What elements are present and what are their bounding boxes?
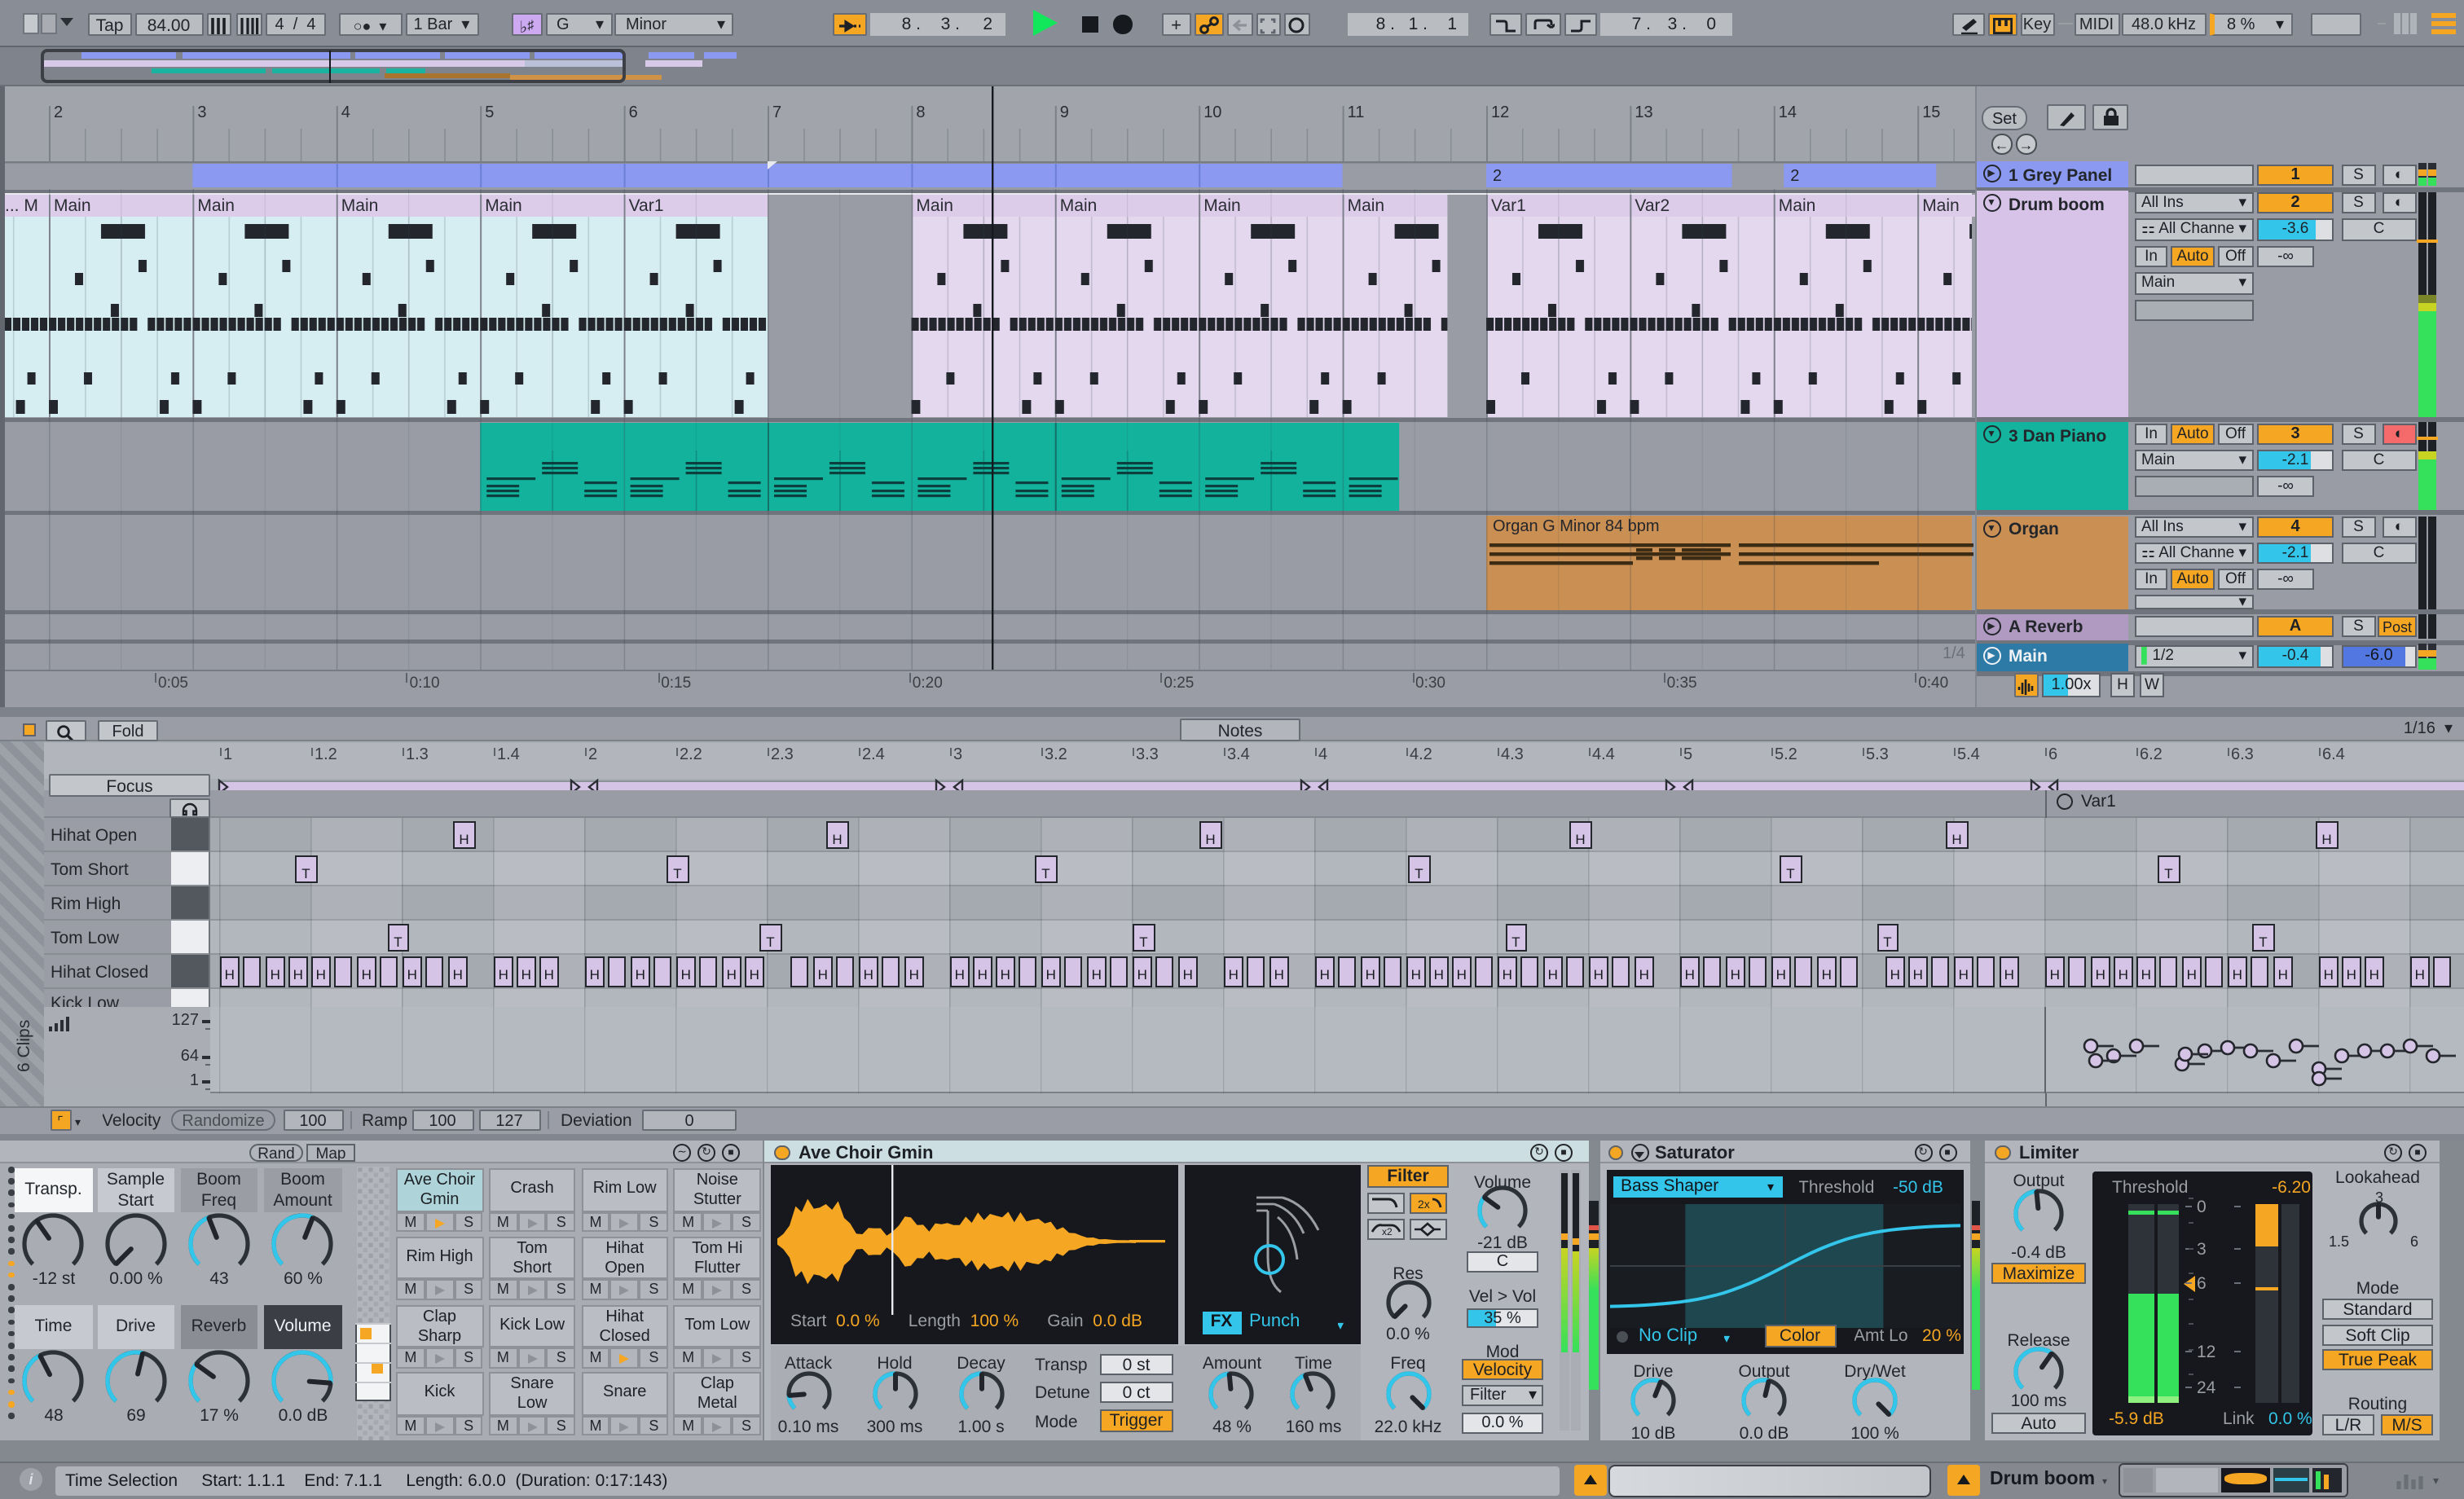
svg-text:Main: Main xyxy=(341,196,379,214)
svg-text:... M: ... M xyxy=(5,196,38,214)
svg-text:Main: Main xyxy=(1779,196,1816,214)
svg-text:Main: Main xyxy=(1348,196,1385,214)
svg-text:Main: Main xyxy=(485,196,522,214)
svg-text:Var2: Var2 xyxy=(1635,196,1670,214)
svg-text:Main: Main xyxy=(197,196,235,214)
svg-text:Main: Main xyxy=(1060,196,1098,214)
svg-text:x2: x2 xyxy=(1382,1226,1393,1237)
svg-text:Main: Main xyxy=(1203,196,1241,214)
svg-text:Main: Main xyxy=(1922,196,1960,214)
svg-text:2x: 2x xyxy=(1418,1198,1430,1211)
svg-text:2: 2 xyxy=(1493,166,1502,184)
svg-text:Var1: Var1 xyxy=(629,196,664,214)
svg-text:Organ G Minor 84 bpm: Organ G Minor 84 bpm xyxy=(1493,517,1660,534)
svg-text:Main: Main xyxy=(916,196,953,214)
svg-text:Var1: Var1 xyxy=(1491,196,1526,214)
svg-text:Main: Main xyxy=(54,196,91,214)
svg-text:2: 2 xyxy=(1790,166,1799,184)
